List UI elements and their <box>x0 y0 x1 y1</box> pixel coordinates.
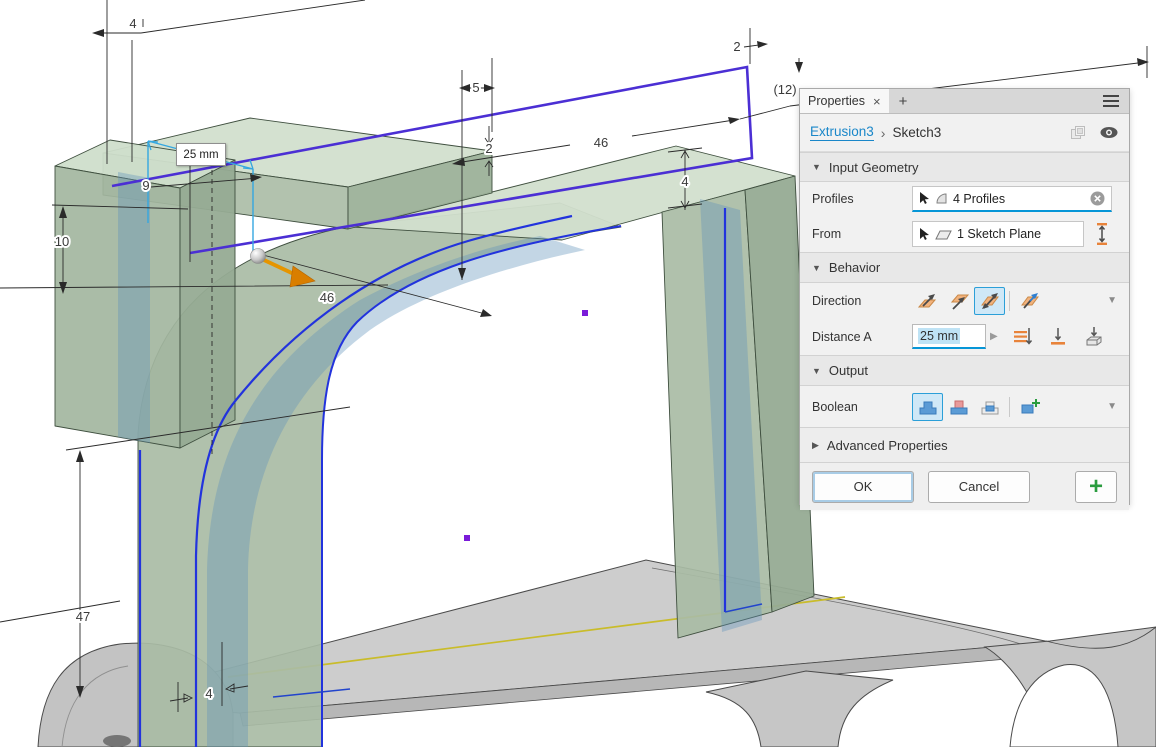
tab-label: Properties <box>808 94 865 108</box>
profiles-row: Profiles 4 Profiles <box>800 182 1129 216</box>
divider <box>1009 291 1010 311</box>
plane-icon <box>935 228 952 241</box>
dimension-label: 2 <box>733 39 740 54</box>
sketch-points <box>464 310 588 541</box>
extent-to-selected-icon[interactable] <box>1047 326 1069 348</box>
panel-footer: OK Cancel + <box>800 463 1129 510</box>
origin-sphere-handle <box>251 249 266 264</box>
section-output[interactable]: ▼ Output <box>800 355 1129 386</box>
close-icon[interactable]: × <box>873 94 881 109</box>
section-behavior[interactable]: ▼ Behavior <box>800 252 1129 283</box>
dimension-label: 4 <box>129 16 136 31</box>
add-tab-button[interactable]: + <box>889 89 918 113</box>
dimension-label: (12) <box>773 82 796 97</box>
from-value: 1 Sketch Plane <box>957 227 1041 241</box>
from-label: From <box>812 227 912 241</box>
distance-value: 25 mm <box>918 328 960 344</box>
cancel-button[interactable]: Cancel <box>928 471 1030 503</box>
section-input-geometry[interactable]: ▼ Input Geometry <box>800 152 1129 182</box>
dimension-label: 5 <box>472 80 479 95</box>
divider <box>1009 397 1010 417</box>
offset-extent-icon[interactable] <box>1094 222 1110 246</box>
direction-label: Direction <box>812 294 912 308</box>
ok-button[interactable]: OK <box>812 471 914 503</box>
direction-flip-button[interactable] <box>943 287 974 315</box>
profiles-selector-field[interactable]: 4 Profiles <box>912 186 1112 212</box>
boolean-join-button[interactable] <box>912 393 943 421</box>
direction-one-side-button[interactable] <box>912 287 943 315</box>
boolean-label: Boolean <box>812 400 912 414</box>
breadcrumb-extrusion-link[interactable]: Extrusion3 <box>810 124 874 141</box>
section-title: Advanced Properties <box>827 438 948 453</box>
breadcrumb-sketch[interactable]: Sketch3 <box>892 125 941 140</box>
extent-symmetric-icon[interactable] <box>1011 326 1033 348</box>
cursor-icon <box>919 192 930 205</box>
profile-icon <box>935 192 948 205</box>
direction-asymmetric-button[interactable] <box>1014 287 1045 315</box>
cursor-icon <box>919 228 930 241</box>
dimension-label: 47 <box>76 609 90 624</box>
section-title: Behavior <box>829 260 880 275</box>
boolean-row: Boolean <box>800 386 1129 427</box>
dimension-label: 46 <box>320 290 334 305</box>
dimension-label: 4 <box>205 686 212 701</box>
boolean-intersect-button[interactable] <box>974 393 1005 421</box>
panel-tab-bar: Properties × + <box>800 89 1129 114</box>
dimension-label: 9 <box>142 178 149 193</box>
chevron-down-icon[interactable]: ▼ <box>1107 295 1117 306</box>
section-advanced-properties[interactable]: ▶ Advanced Properties <box>800 427 1129 463</box>
tab-properties[interactable]: Properties × <box>800 89 889 113</box>
profiles-value: 4 Profiles <box>953 192 1005 206</box>
from-row: From 1 Sketch Plane <box>800 216 1129 252</box>
section-title: Output <box>829 363 868 378</box>
profiles-label: Profiles <box>812 192 912 206</box>
extent-to-object-icon[interactable] <box>1083 326 1105 348</box>
breadcrumb-separator: › <box>881 125 886 141</box>
properties-panel: Properties × + Extrusion3 › Sketch3 <box>799 88 1130 505</box>
feature-breadcrumb: Extrusion3 › Sketch3 <box>800 114 1129 152</box>
expand-triangle-icon: ▶ <box>812 440 819 451</box>
expression-flyout-icon[interactable]: ▶ <box>990 331 998 342</box>
hamburger-menu-icon[interactable] <box>1103 92 1119 110</box>
from-selector-field[interactable]: 1 Sketch Plane <box>912 221 1084 247</box>
new-feature-button[interactable]: + <box>1075 471 1117 503</box>
chevron-down-icon[interactable]: ▼ <box>1107 401 1117 412</box>
distance-input[interactable]: 25 mm <box>912 324 986 349</box>
boolean-new-body-button[interactable] <box>1014 393 1045 421</box>
direction-symmetric-button[interactable] <box>974 287 1005 315</box>
clear-selection-icon[interactable] <box>1090 191 1105 206</box>
collapse-triangle-icon: ▼ <box>812 162 821 172</box>
collapse-triangle-icon: ▼ <box>812 263 821 273</box>
dimension-label: 46 <box>594 135 608 150</box>
cad-application: 4 5 2 46 2 (12) 4 10 9 46 47 4 25 mm Properties × + <box>0 0 1156 747</box>
solid-preview-icon[interactable] <box>1070 125 1087 141</box>
visibility-eye-icon[interactable] <box>1099 126 1119 139</box>
dimension-label: 4 <box>681 174 688 189</box>
dimension-label: 10 <box>55 234 69 249</box>
boolean-cut-button[interactable] <box>943 393 974 421</box>
distance-row: Distance A 25 mm ▶ <box>800 318 1129 355</box>
distance-tooltip: 25 mm <box>176 143 226 166</box>
collapse-triangle-icon: ▼ <box>812 366 821 376</box>
dimension-label: 2 <box>485 141 492 156</box>
section-title: Input Geometry <box>829 160 919 175</box>
distance-label: Distance A <box>812 330 912 344</box>
direction-row: Direction <box>800 283 1129 318</box>
